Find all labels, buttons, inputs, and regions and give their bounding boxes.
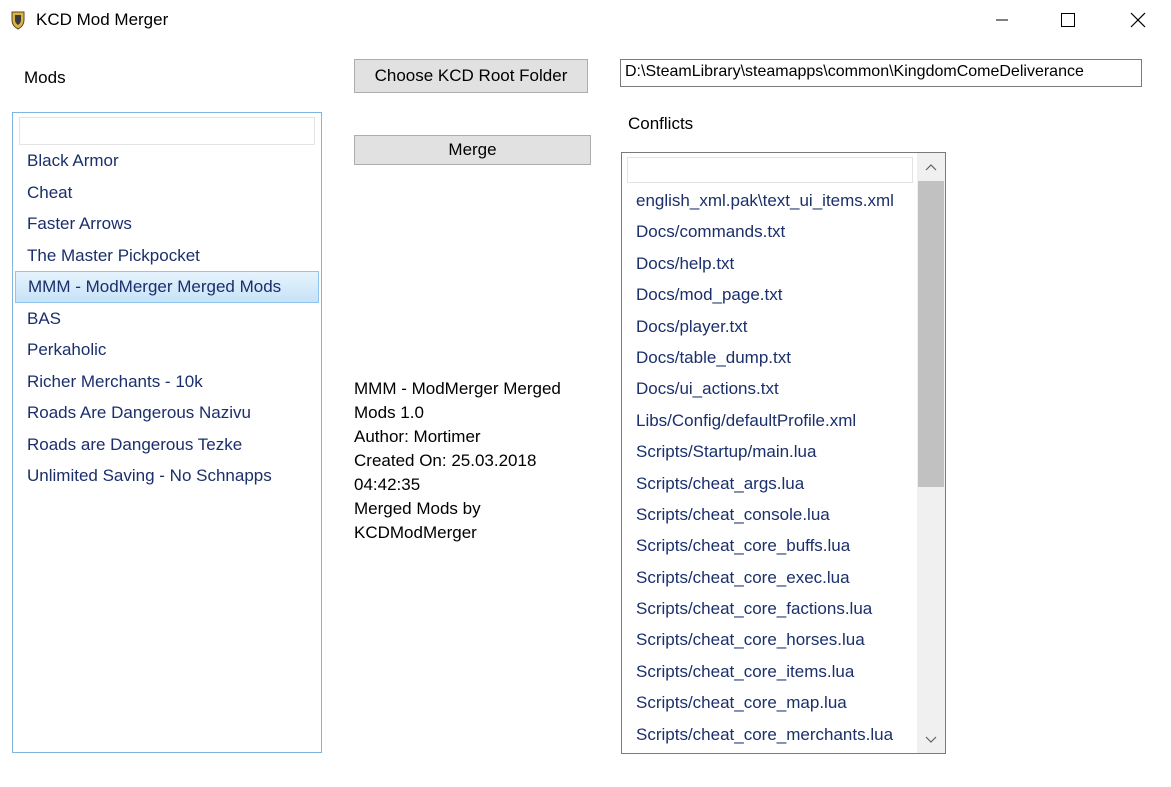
conflict-list-item[interactable]: Scripts/cheat_core_factions.lua: [622, 593, 916, 624]
conflict-list-item[interactable]: Scripts/Startup/main.lua: [622, 436, 916, 467]
conflicts-list[interactable]: english_xml.pak\text_ui_items.xml Docs/co…: [621, 152, 946, 754]
conflict-list-item[interactable]: Scripts/cheat_core_items.lua: [622, 656, 916, 687]
title-bar[interactable]: KCD Mod Merger: [0, 0, 1171, 40]
conflicts-filter-input[interactable]: [627, 157, 913, 183]
info-line: MMM - ModMerger Merged: [354, 379, 561, 398]
mod-list-item[interactable]: Perkaholic: [15, 334, 319, 366]
window-title: KCD Mod Merger: [36, 10, 169, 29]
conflict-list-item[interactable]: Docs/player.txt: [622, 311, 916, 342]
mod-list-item[interactable]: Roads Are Dangerous Nazivu: [15, 397, 319, 429]
maximize-icon: [1061, 13, 1075, 27]
conflict-list-item[interactable]: Scripts/cheat_core_buffs.lua: [622, 530, 916, 561]
conflict-list-item[interactable]: Libs/Config/defaultProfile.xml: [622, 405, 916, 436]
mod-list-item[interactable]: Roads are Dangerous Tezke: [15, 429, 319, 461]
mods-label: Mods: [24, 68, 66, 87]
mods-items: Black Armor Cheat Faster Arrows The Master …: [15, 145, 319, 492]
conflict-list-item[interactable]: Docs/mod_page.txt: [622, 279, 916, 310]
info-line: KCDModMerger: [354, 523, 477, 542]
conflict-list-item[interactable]: Docs/commands.txt: [622, 216, 916, 247]
info-line: 04:42:35: [354, 475, 421, 494]
scroll-up-button[interactable]: [917, 153, 945, 180]
mod-list-item[interactable]: Cheat: [15, 177, 319, 209]
minimize-button[interactable]: [979, 0, 1025, 40]
app-window: KCD Mod Merger Mods Black Armor Cheat Fast…: [0, 0, 1171, 787]
info-line: Author: Mortimer: [354, 427, 481, 446]
conflict-list-item[interactable]: Docs/table_dump.txt: [622, 342, 916, 373]
mods-list[interactable]: Black Armor Cheat Faster Arrows The Master …: [12, 112, 322, 753]
info-line: Mods 1.0: [354, 403, 424, 422]
mod-list-item[interactable]: Faster Arrows: [15, 208, 319, 240]
conflict-list-item[interactable]: Scripts/cheat_console.lua: [622, 499, 916, 530]
info-line: Created On: 25.03.2018: [354, 451, 537, 470]
mod-list-item[interactable]: MMM - ModMerger Merged Mods: [15, 271, 319, 303]
mod-list-item[interactable]: Richer Merchants - 10k: [15, 366, 319, 398]
merge-button[interactable]: Merge: [354, 135, 591, 165]
conflicts-items: english_xml.pak\text_ui_items.xml Docs/co…: [622, 185, 916, 750]
close-button[interactable]: [1115, 0, 1161, 40]
mod-list-item[interactable]: Unlimited Saving - No Schnapps: [15, 460, 319, 492]
root-path-field[interactable]: D:\SteamLibrary\steamapps\common\Kingdom…: [620, 59, 1142, 87]
scroll-down-button[interactable]: [917, 726, 945, 753]
mod-list-item[interactable]: Black Armor: [15, 145, 319, 177]
app-shield-icon: [11, 11, 25, 30]
info-line: Merged Mods by: [354, 499, 481, 518]
scroll-thumb[interactable]: [918, 181, 944, 487]
conflict-list-item[interactable]: Scripts/cheat_core_merchants.lua: [622, 719, 916, 750]
conflict-list-item[interactable]: Scripts/cheat_core_horses.lua: [622, 624, 916, 655]
mod-list-item[interactable]: The Master Pickpocket: [15, 240, 319, 272]
conflict-list-item[interactable]: Docs/ui_actions.txt: [622, 373, 916, 404]
mods-filter-input[interactable]: [19, 117, 315, 145]
maximize-button[interactable]: [1045, 0, 1091, 40]
chevron-down-icon: [925, 736, 937, 743]
conflict-list-item[interactable]: Scripts/cheat_args.lua: [622, 468, 916, 499]
choose-root-folder-button[interactable]: Choose KCD Root Folder: [354, 59, 588, 93]
minimize-icon: [996, 19, 1008, 21]
conflicts-label: Conflicts: [628, 114, 694, 133]
mod-info-text: MMM - ModMerger Merged Mods 1.0 Author: Mo…: [354, 377, 604, 545]
conflict-list-item[interactable]: Scripts/cheat_core_map.lua: [622, 687, 916, 718]
conflict-list-item[interactable]: Scripts/cheat_core_exec.lua: [622, 562, 916, 593]
mod-list-item[interactable]: BAS: [15, 303, 319, 335]
conflict-list-item[interactable]: Docs/help.txt: [622, 248, 916, 279]
chevron-up-icon: [925, 163, 937, 170]
conflict-list-item[interactable]: english_xml.pak\text_ui_items.xml: [622, 185, 916, 216]
close-icon: [1130, 12, 1146, 28]
conflicts-scrollbar[interactable]: [917, 153, 945, 753]
